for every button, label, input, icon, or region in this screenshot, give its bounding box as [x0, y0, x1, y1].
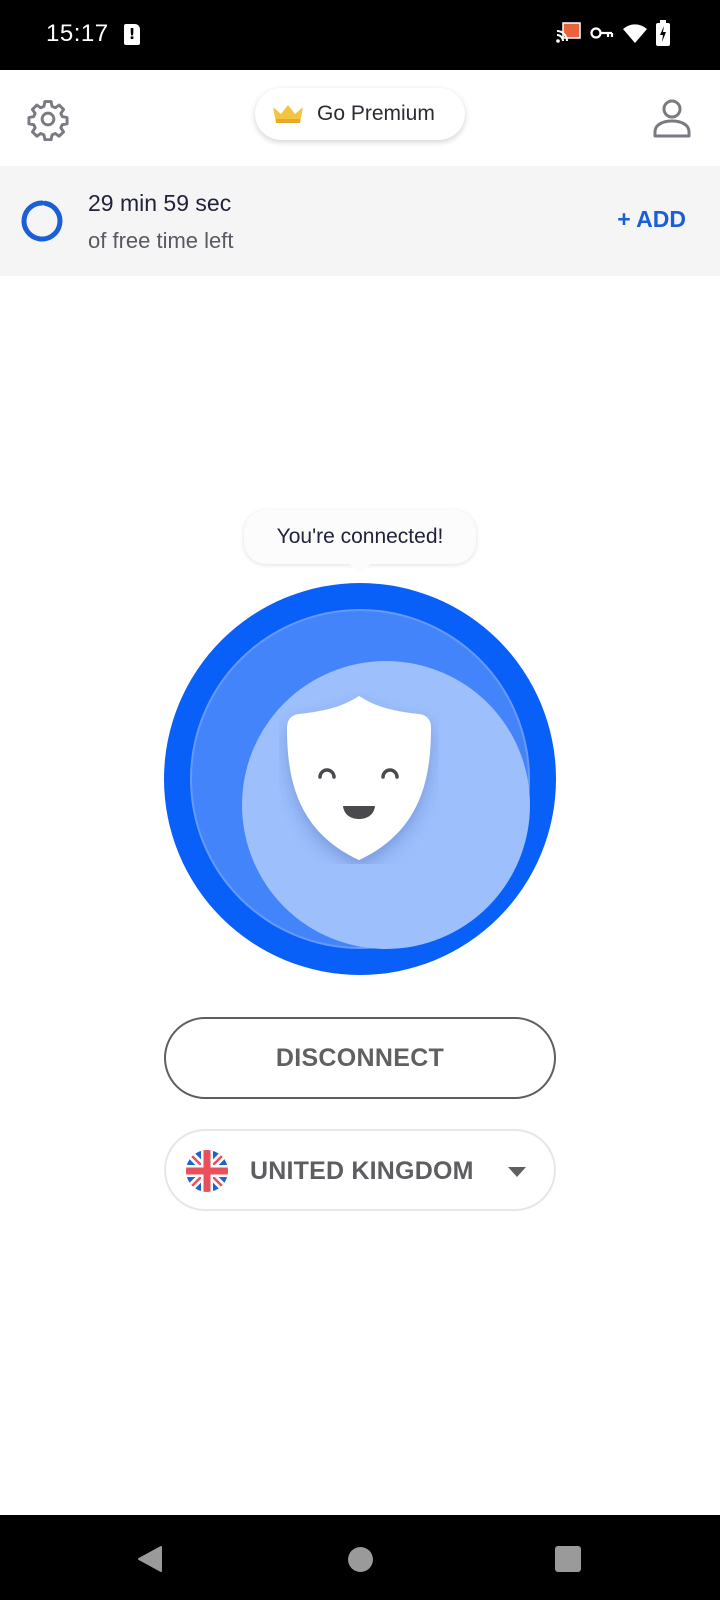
uk-flag-icon [186, 1150, 228, 1192]
connection-tooltip: You're connected! [244, 510, 476, 574]
vpn-key-icon [590, 27, 614, 39]
go-premium-label: Go Premium [317, 102, 435, 125]
connection-status-text: You're connected! [276, 525, 444, 548]
chevron-down-icon [508, 1167, 526, 1177]
status-time: 15:17 [46, 20, 109, 47]
go-premium-button[interactable]: Go Premium [255, 88, 465, 140]
recents-square-icon[interactable] [555, 1546, 581, 1572]
time-left: 29 min 59 sec [88, 190, 232, 216]
status-icons [556, 20, 670, 46]
wifi-icon [623, 24, 647, 43]
battery-charging-icon [656, 20, 670, 46]
country-selector[interactable]: UNITED KINGDOM [164, 1129, 556, 1211]
disconnect-button[interactable]: DISCONNECT [164, 1017, 556, 1099]
gear-icon [27, 100, 69, 142]
disconnect-label: DISCONNECT [275, 1043, 445, 1072]
home-circle-icon[interactable] [348, 1547, 373, 1572]
system-nav-bar [0, 1515, 720, 1600]
time-left-subtitle: of free time left [88, 228, 234, 253]
smiling-shield-icon [287, 696, 431, 860]
vpn-connect-toggle[interactable] [164, 583, 556, 975]
status-bar: 15:17 [0, 0, 720, 70]
add-time-button[interactable]: + ADD [617, 206, 686, 233]
back-triangle-icon[interactable] [137, 1545, 163, 1573]
app-header: Go Premium [0, 70, 720, 166]
crown-icon [273, 105, 303, 123]
selected-country: UNITED KINGDOM [250, 1157, 474, 1185]
free-time-banner: 29 min 59 sec of free time left + ADD [0, 166, 720, 276]
settings-button[interactable] [26, 97, 70, 142]
cast-icon [556, 22, 581, 43]
profile-button[interactable] [650, 96, 694, 140]
sim-alert-icon [124, 24, 140, 45]
timer-progress-ring [21, 200, 63, 242]
user-icon [653, 99, 691, 138]
